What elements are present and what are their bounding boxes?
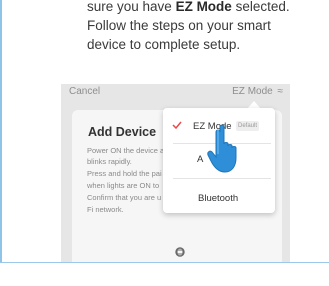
left-border-rule [0, 0, 2, 262]
mode-selector[interactable]: EZ Mode ≈ [232, 86, 283, 97]
pointing-hand-icon [207, 124, 237, 173]
menu-item-bluetooth[interactable]: Bluetooth [163, 181, 275, 211]
instruction-text: sure you have EZ Mode selected. Follow t… [87, 0, 322, 54]
cancel-button[interactable]: Cancel [69, 86, 100, 97]
instruction-line-1: sure you have EZ Mode selected. [87, 0, 290, 14]
step-text: Confirm that you are u [87, 193, 162, 202]
card-title: Add Device [88, 125, 157, 139]
step-text: when lights are ON to [87, 181, 160, 190]
step-text: Power ON the device a [87, 146, 165, 155]
instruction-line-3: device to complete setup. [87, 37, 241, 52]
mode-selector-label: EZ Mode [232, 86, 273, 97]
checkmark-icon [172, 121, 182, 129]
wifi-icon: ≈ [277, 86, 284, 97]
instruction-line-2: Follow the steps on your smart [87, 18, 271, 33]
menu-divider [173, 178, 271, 179]
step-text: blinks rapidly. [87, 157, 132, 166]
ez-mode-emphasis: EZ Mode [175, 0, 232, 14]
phone-top-bar: Cancel EZ Mode ≈ [61, 84, 290, 102]
menu-item-label: Bluetooth [198, 193, 239, 204]
camera-device-icon [175, 247, 185, 257]
step-text: Fi network. [87, 205, 124, 214]
bottom-border-rule [0, 262, 329, 263]
menu-item-label: A [197, 154, 204, 165]
step-text: Press and hold the pai [87, 169, 162, 178]
